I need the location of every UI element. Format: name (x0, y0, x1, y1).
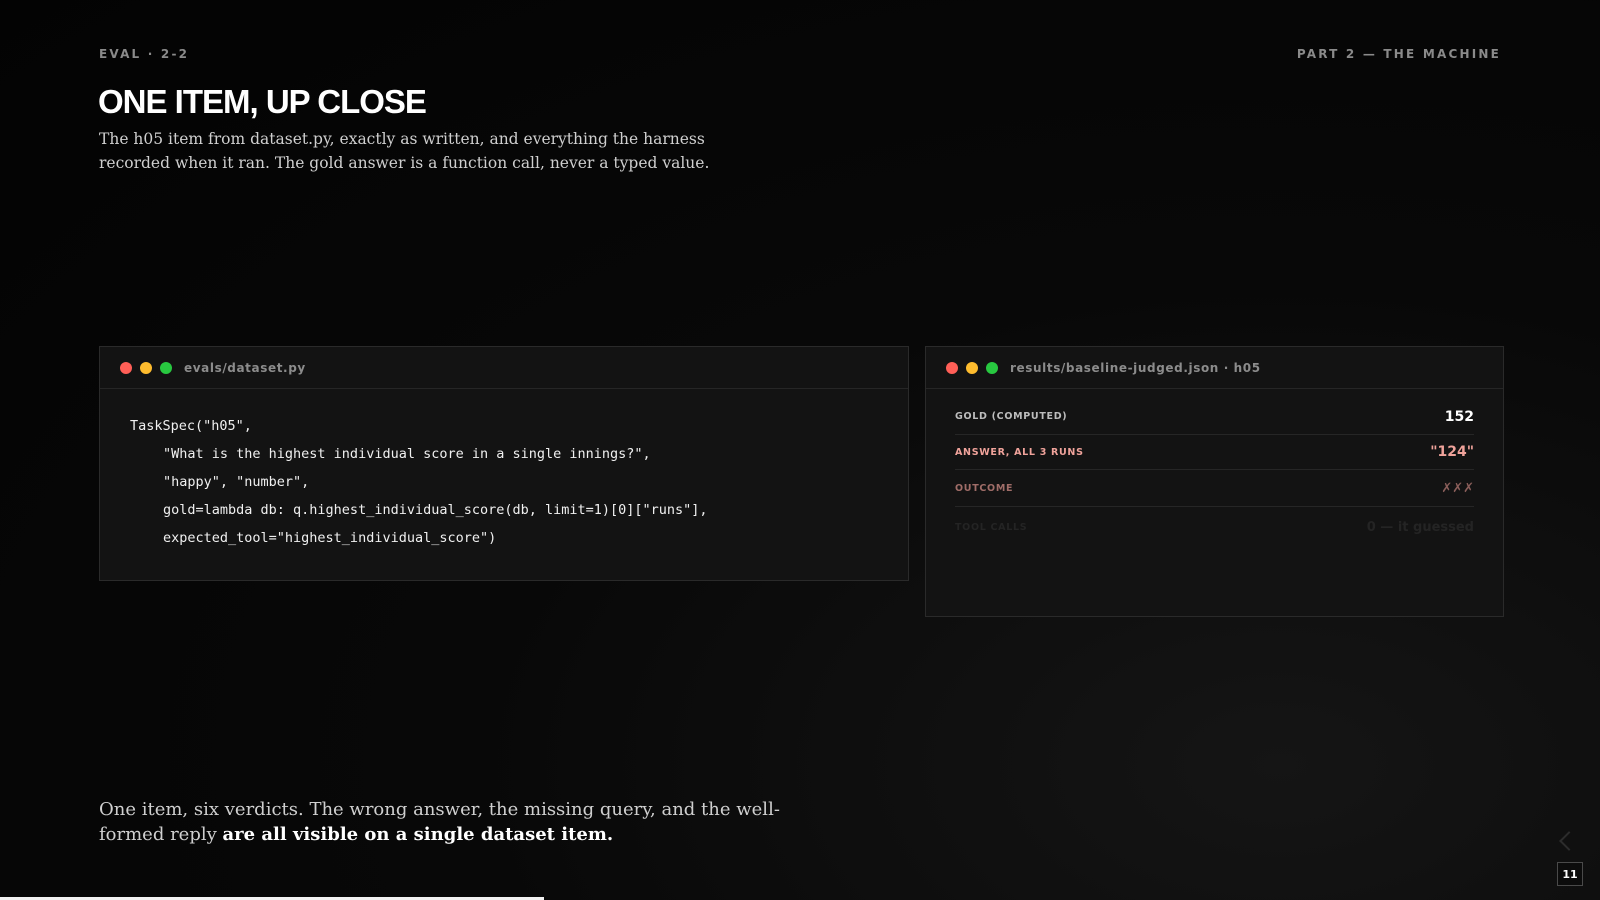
results-window-titlebar: results/baseline-judged.json · h05 (926, 347, 1503, 389)
code-line: expected_tool="highest_individual_score"… (163, 530, 497, 546)
result-label: GOLD (COMPUTED) (955, 411, 1068, 422)
takeaway-text: One item, six verdicts. The wrong answer… (99, 798, 819, 847)
results-table: GOLD (COMPUTED) 152 ANSWER, ALL 3 RUNS "… (926, 389, 1503, 547)
result-value: 152 (1444, 408, 1474, 425)
page-number-badge: 11 (1557, 862, 1583, 886)
code-window-titlebar: evals/dataset.py (100, 347, 908, 389)
code-line: "What is the highest individual score in… (163, 446, 651, 462)
code-line: TaskSpec("h05", (130, 418, 252, 434)
result-label: ANSWER, ALL 3 RUNS (955, 446, 1084, 458)
maximize-dot-icon (160, 361, 172, 374)
result-value: ✗✗✗ (1441, 480, 1474, 496)
code-window-title: evals/dataset.py (184, 360, 306, 375)
close-dot-icon (120, 361, 132, 374)
results-window: results/baseline-judged.json · h05 GOLD … (925, 346, 1504, 617)
code-window: evals/dataset.py TaskSpec("h05", "What i… (99, 346, 909, 581)
code-line: gold=lambda db: q.highest_individual_sco… (163, 502, 708, 518)
result-label: TOOL CALLS (955, 521, 1028, 533)
result-row-outcome: OUTCOME ✗✗✗ (955, 470, 1474, 507)
part-label: PART 2 — THE MACHINE (1296, 47, 1501, 61)
slide-title: ONE ITEM, UP CLOSE (98, 83, 427, 120)
takeaway-emphasis: are all visible on a single dataset item… (222, 823, 614, 845)
result-label: OUTCOME (955, 482, 1014, 494)
close-dot-icon (946, 361, 958, 374)
section-code: EVAL · 2-2 (99, 47, 190, 61)
maximize-dot-icon (986, 361, 998, 374)
minimize-dot-icon (966, 361, 978, 374)
result-row-tool-calls: TOOL CALLS 0 — it guessed (955, 507, 1474, 547)
result-row-answer: ANSWER, ALL 3 RUNS "124" (955, 435, 1474, 470)
results-window-title: results/baseline-judged.json · h05 (1010, 360, 1261, 375)
result-value: 0 — it guessed (1366, 519, 1474, 535)
minimize-dot-icon (140, 361, 152, 374)
code-line: "happy", "number", (163, 474, 310, 490)
code-block: TaskSpec("h05", "What is the highest ind… (100, 389, 908, 552)
result-row-gold: GOLD (COMPUTED) 152 (955, 399, 1474, 435)
slide-subtitle: The h05 item from dataset.py, exactly as… (99, 130, 710, 172)
result-value: "124" (1430, 444, 1474, 460)
chevron-up-icon[interactable] (1559, 831, 1579, 851)
